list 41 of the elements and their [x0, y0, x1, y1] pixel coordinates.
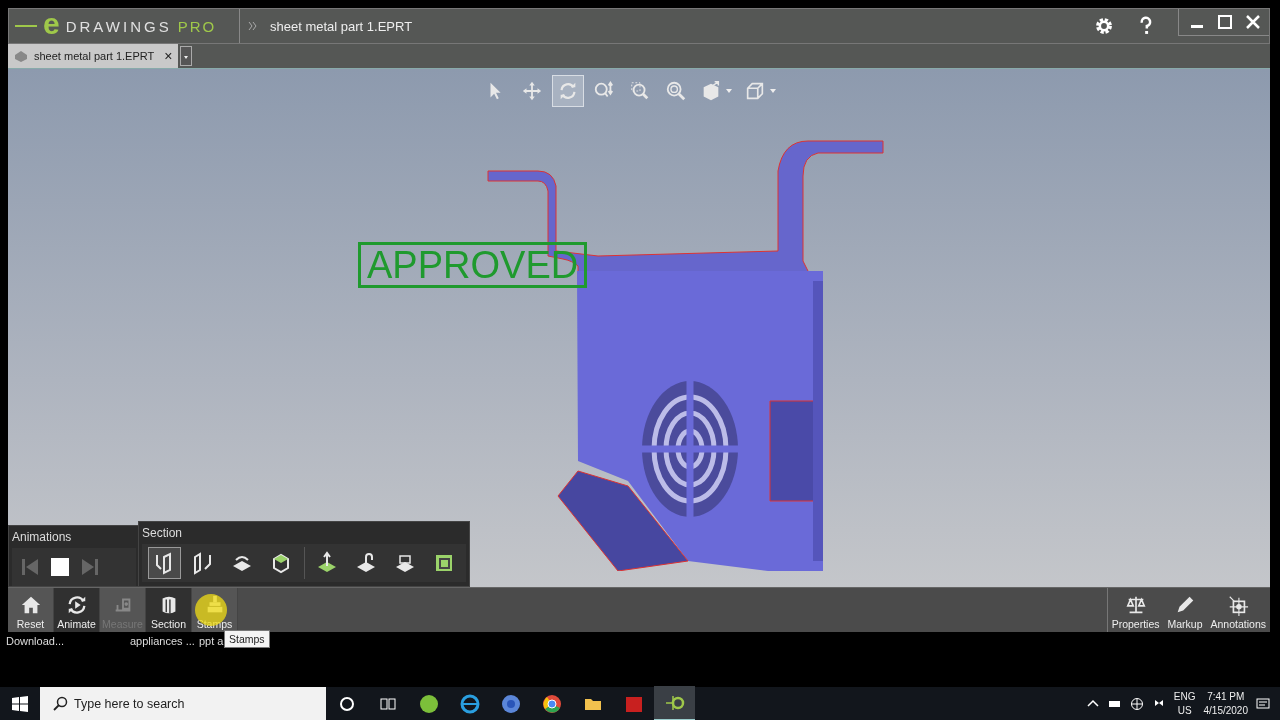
- document-title: sheet metal part 1.EPRT: [270, 18, 414, 34]
- tooltip: Stamps: [224, 630, 270, 648]
- panel-title: Animations: [11, 529, 73, 546]
- toolbar-button[interactable]: Markup: [1163, 588, 1207, 632]
- tab-dropdown[interactable]: [180, 46, 193, 66]
- move-icon: [521, 80, 543, 102]
- scale-icon: [1124, 594, 1147, 616]
- section-tool[interactable]: [148, 547, 181, 579]
- home-icon: [19, 594, 42, 616]
- toolbar-button[interactable]: Reset: [8, 588, 54, 632]
- clock[interactable]: 7:41 PM 4/15/2020: [1203, 689, 1248, 718]
- notification-icon[interactable]: [1256, 696, 1270, 711]
- stop-icon[interactable]: [48, 555, 72, 579]
- globe-icon[interactable]: [1129, 696, 1144, 711]
- logo-edition: PRO: [177, 17, 217, 35]
- toolbar-button[interactable]: Properties: [1107, 588, 1164, 632]
- zoom-area-icon: [629, 80, 651, 102]
- search-field[interactable]: Type here to search: [40, 687, 326, 720]
- chevron-icon: [248, 21, 258, 31]
- panel-title: Section: [141, 525, 184, 542]
- window-label: ppt a: [199, 635, 224, 647]
- annotation-icon: [1227, 594, 1250, 616]
- logo-mark: e: [43, 9, 60, 39]
- toolbar-button[interactable]: Annotations: [1206, 588, 1270, 632]
- logo-line-icon: [15, 25, 37, 27]
- close-icon[interactable]: [1245, 14, 1261, 30]
- logo-wordmark: DRAWINGS: [65, 17, 172, 35]
- maximize-icon[interactable]: [1217, 14, 1233, 30]
- input-language[interactable]: ENG US: [1173, 689, 1196, 718]
- window-label: Download...: [6, 635, 65, 647]
- document-tab[interactable]: sheet metal part 1.EPRT ×: [8, 44, 179, 68]
- part-icon: [14, 49, 28, 63]
- search-icon: [52, 696, 68, 712]
- windows-start-icon[interactable]: [12, 695, 28, 712]
- zoom-icon: [665, 80, 687, 102]
- app-circle-icon[interactable]: [418, 693, 439, 714]
- settings-icon[interactable]: [1094, 16, 1114, 36]
- toolbar-button[interactable]: Animate: [54, 588, 100, 632]
- cube-icon: [744, 80, 766, 102]
- toolbar-button[interactable]: Section: [146, 588, 192, 632]
- window-label: appliances ...: [130, 635, 195, 647]
